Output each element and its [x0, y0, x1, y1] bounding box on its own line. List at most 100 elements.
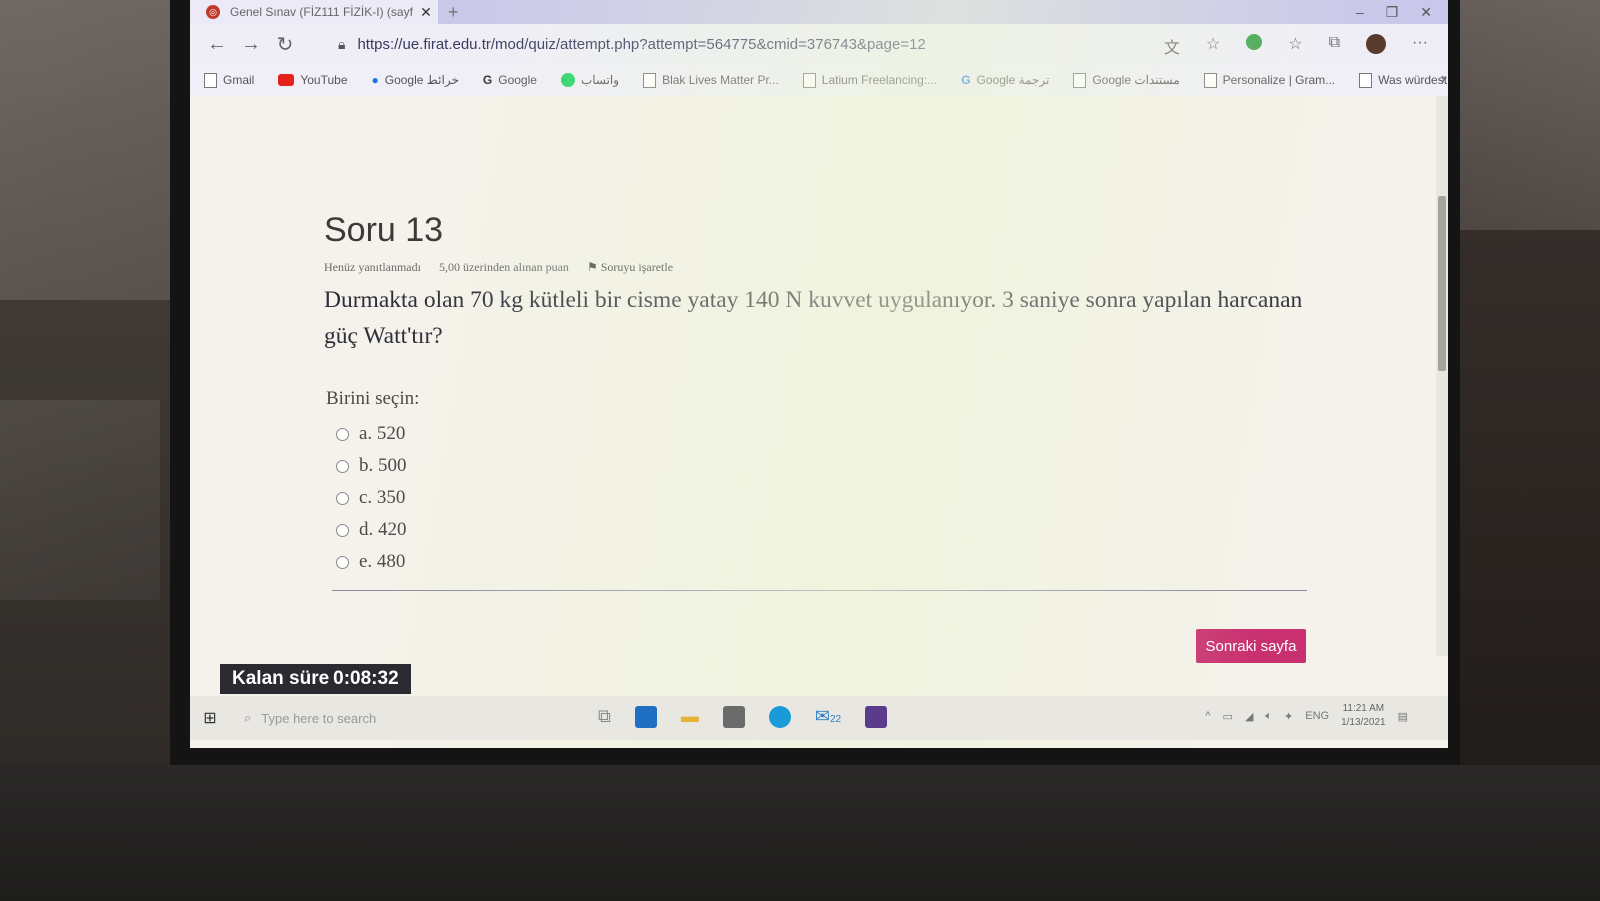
refresh-icon[interactable]: ↻ [268, 32, 302, 57]
chevron-right-icon[interactable]: › [1441, 70, 1446, 88]
page-icon [1359, 72, 1373, 88]
question-status: Henüz yanıtlanmadı [324, 260, 421, 274]
lock-icon: 🔒︎ [338, 35, 346, 52]
page-icon [643, 72, 657, 88]
profile-avatar[interactable] [1366, 34, 1387, 54]
translate-icon: G [961, 73, 971, 87]
question-title: Soru 13 [324, 211, 444, 249]
mail-icon[interactable]: ✉22 [815, 706, 841, 728]
close-window-icon[interactable]: ✕ [1420, 4, 1432, 21]
windows-start-icon[interactable]: ⊞ [190, 708, 230, 728]
bookmark-whatsapp[interactable]: واتساب [560, 73, 619, 87]
outlook-icon[interactable] [634, 706, 657, 728]
bookmark-google-translate[interactable]: G Google ترجمة [961, 73, 1049, 87]
radio-button[interactable] [336, 459, 349, 473]
system-tray: ^ ▭ ◢ 🔈︎ ✦ ENG 11:21 AM 1/13/2021 ▤ [1205, 702, 1408, 730]
bookmark-grammarly[interactable]: Personalize | Gram... [1203, 72, 1335, 88]
tab-bar: ◎ Genel Sınav (FİZ111 FİZİK-I) (sayf ✕ +… [190, 0, 1448, 24]
translate-icon[interactable]: 文 [1164, 34, 1180, 58]
radio-button[interactable] [336, 555, 349, 569]
dropbox-icon[interactable]: ✦ [1284, 710, 1293, 723]
store-icon[interactable] [722, 706, 745, 728]
quiz-content: Soru 13 Henüz yanıtlanmadı 5,00 üzerinde… [190, 96, 1430, 671]
forward-arrow-icon[interactable]: → [234, 33, 268, 56]
option-b[interactable]: b. 500 [336, 450, 407, 482]
option-d[interactable]: d. 420 [336, 514, 407, 546]
option-c[interactable]: c. 350 [336, 482, 407, 514]
clock-time: 11:21 AM [1342, 703, 1385, 714]
more-menu-icon[interactable]: ··· [1412, 34, 1428, 58]
star-icon[interactable]: ☆ [1206, 34, 1220, 58]
search-icon: ⌕ [244, 710, 252, 725]
bookmark-youtube[interactable]: YouTube [278, 73, 348, 87]
back-arrow-icon[interactable]: ← [200, 33, 234, 56]
site-favicon-icon: ◎ [206, 5, 220, 19]
minimize-icon[interactable]: – [1356, 4, 1364, 21]
paper-right [1460, 0, 1600, 230]
page-icon [204, 72, 217, 88]
bookmark-google-maps[interactable]: ● Google خرائط [372, 73, 459, 87]
timer-value: 0:08:32 [333, 668, 399, 689]
collections-icon[interactable]: ⧉ [1329, 34, 1340, 58]
page-icon [1203, 72, 1217, 88]
taskbar-apps: ⧉ ▬ ✉22 [598, 706, 888, 728]
question-points: 5,00 üzerinden alınan puan [438, 260, 569, 274]
close-tab-icon[interactable]: ✕ [414, 4, 438, 21]
google-icon: G [482, 73, 493, 87]
bookmark-was-wurdest[interactable]: Was würdest du ge... [1359, 72, 1448, 88]
browser-tab[interactable]: ◎ Genel Sınav (FİZ111 FİZİK-I) (sayf ✕ [190, 0, 438, 24]
task-view-icon[interactable]: ⧉ [598, 706, 611, 728]
chevron-up-icon[interactable]: ^ [1205, 710, 1210, 722]
radio-button[interactable] [336, 427, 349, 441]
taskbar-search[interactable]: ⌕ Type here to search [230, 710, 544, 726]
restore-icon[interactable]: ❐ [1386, 4, 1399, 21]
address-bar[interactable]: 🔒︎ https://ue.firat.edu.tr/mod/quiz/atte… [338, 30, 1128, 58]
question-info: Henüz yanıtlanmadı 5,00 üzerinden alınan… [324, 260, 673, 275]
battery-icon[interactable]: ▭ [1223, 710, 1233, 723]
paper-left [0, 0, 170, 300]
navigation-bar: ← → ↻ 🔒︎ https://ue.firat.edu.tr/mod/qui… [190, 24, 1448, 64]
mail-badge: 22 [829, 714, 842, 725]
flag-question-link[interactable]: ⚑ Soruyu işaretle [587, 260, 673, 275]
url-text: https://ue.firat.edu.tr/mod/quiz/attempt… [357, 35, 926, 53]
window-controls: – ❐ ✕ [1356, 4, 1432, 21]
scrollbar-thumb[interactable] [1438, 196, 1446, 371]
clock[interactable]: 11:21 AM 1/13/2021 [1341, 702, 1386, 730]
page-icon [802, 72, 816, 88]
app-icon[interactable] [865, 706, 888, 728]
toolbar-icons: 文 ☆ ☆ ⧉ ··· [1164, 34, 1428, 58]
radio-button[interactable] [336, 523, 349, 537]
favorites-icon[interactable]: ☆ [1288, 34, 1302, 58]
flag-icon: ⚑ [586, 260, 601, 274]
page-icon [1073, 72, 1087, 88]
wifi-icon[interactable]: ◢ [1245, 710, 1253, 723]
whatsapp-icon [560, 73, 575, 87]
file-explorer-icon[interactable]: ▬ [681, 706, 699, 728]
timer-label: Kalan süre [232, 668, 330, 689]
option-e[interactable]: e. 480 [336, 546, 407, 578]
edge-icon[interactable] [768, 706, 791, 728]
bookmark-blm[interactable]: Blak Lives Matter Pr... [643, 72, 779, 88]
volume-icon[interactable]: 🔈︎ [1265, 710, 1272, 723]
page-scrollbar[interactable] [1436, 96, 1448, 656]
remaining-time-box: Kalan süre 0:08:32 [220, 664, 411, 694]
bookmark-google[interactable]: G Google [483, 73, 537, 87]
option-a[interactable]: a. 520 [336, 418, 407, 450]
bookmarks-bar: Gmail YouTube ● Google خرائط G Google واتس… [190, 64, 1448, 96]
bookmark-google-docs[interactable]: Google مستندات [1073, 72, 1180, 88]
radio-button[interactable] [336, 491, 349, 505]
next-page-button[interactable]: Sonraki sayfa [1196, 629, 1306, 663]
tab-title: Genel Sınav (FİZ111 FİZİK-I) (sayf [230, 5, 413, 19]
extension-icon[interactable] [1246, 34, 1263, 50]
windows-taskbar: ⊞ ⌕ Type here to search ⧉ ▬ ✉22 ^ ▭ ◢ 🔈︎… [190, 696, 1448, 740]
notifications-icon[interactable]: ▤ [1398, 710, 1408, 723]
bookmark-latium[interactable]: Latium Freelancing:... [802, 72, 937, 88]
youtube-icon [278, 74, 295, 86]
divider [332, 590, 1307, 591]
paper-left-lower [0, 400, 160, 600]
question-text: Durmakta olan 70 kg kütleli bir cisme ya… [324, 287, 1303, 349]
bookmark-gmail[interactable]: Gmail [204, 72, 254, 88]
new-tab-button[interactable]: + [448, 2, 459, 23]
language-indicator[interactable]: ENG [1305, 710, 1329, 722]
screen: ◎ Genel Sınav (FİZ111 FİZİK-I) (sayf ✕ +… [190, 0, 1448, 748]
